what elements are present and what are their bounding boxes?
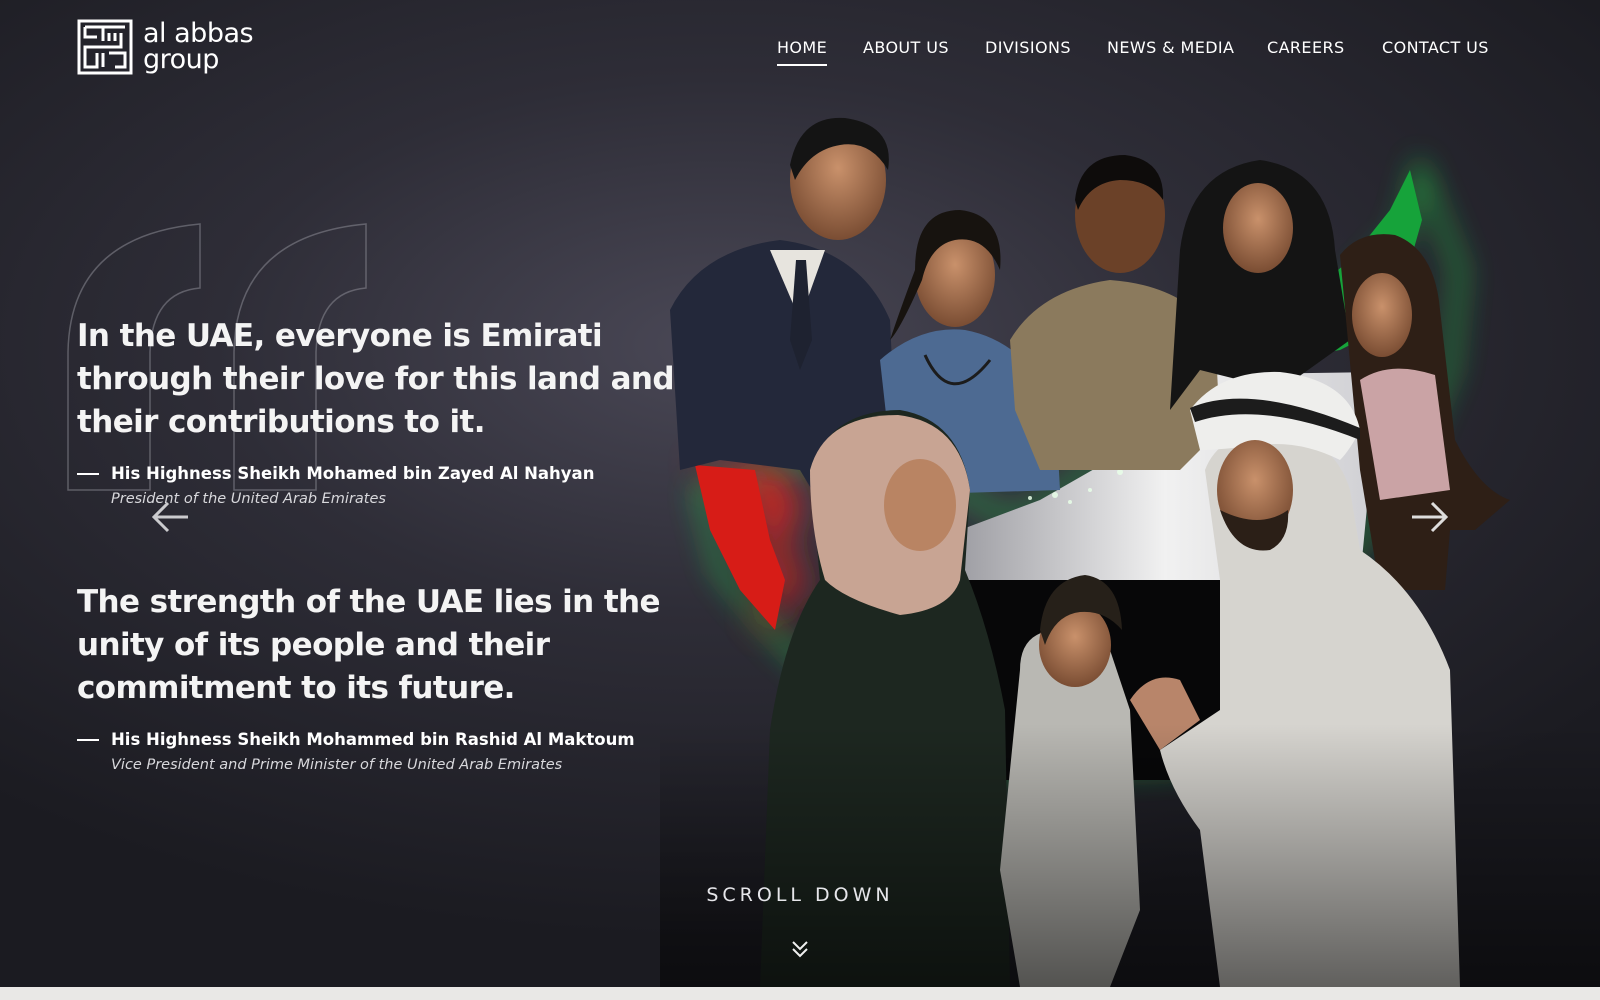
page-bottom-strip	[0, 987, 1600, 1000]
quote-1-author: His Highness Sheikh Mohamed bin Zayed Al…	[111, 464, 595, 483]
arrow-left-icon[interactable]	[148, 497, 192, 537]
nav-contact-us[interactable]: CONTACT US	[1382, 38, 1489, 57]
main-nav: HOME ABOUT US DIVISIONS NEWS & MEDIA CAR…	[0, 38, 1600, 68]
quote-2-author: His Highness Sheikh Mohammed bin Rashid …	[111, 730, 635, 749]
nav-news-media[interactable]: NEWS & MEDIA	[1107, 38, 1234, 57]
quote-1: In the UAE, everyone is Emirati through …	[77, 315, 677, 507]
quote-1-role: President of the United Arab Emirates	[111, 491, 386, 507]
nav-about-us[interactable]: ABOUT US	[863, 38, 949, 57]
quote-2-role: Vice President and Prime Minister of the…	[111, 757, 563, 773]
nav-divisions[interactable]: DIVISIONS	[985, 38, 1071, 57]
scroll-down-label[interactable]: SCROLL DOWN	[0, 884, 1600, 906]
quote-2: The strength of the UAE lies in the unit…	[77, 581, 697, 773]
quote-1-attribution: His Highness Sheikh Mohamed bin Zayed Al…	[77, 464, 677, 483]
nav-careers[interactable]: CAREERS	[1267, 38, 1345, 57]
attribution-dash	[77, 472, 99, 475]
hero-section: al abbas group HOME ABOUT US DIVISIONS N…	[0, 0, 1600, 987]
double-chevron-down-icon[interactable]	[789, 938, 811, 960]
attribution-dash	[77, 738, 99, 741]
quote-2-attribution: His Highness Sheikh Mohammed bin Rashid …	[77, 730, 697, 749]
nav-home[interactable]: HOME	[777, 38, 828, 66]
arrow-right-icon[interactable]	[1408, 497, 1452, 537]
hero-illustration	[660, 110, 1600, 987]
quote-2-text: The strength of the UAE lies in the unit…	[77, 584, 661, 706]
quote-1-text: In the UAE, everyone is Emirati through …	[77, 318, 675, 440]
